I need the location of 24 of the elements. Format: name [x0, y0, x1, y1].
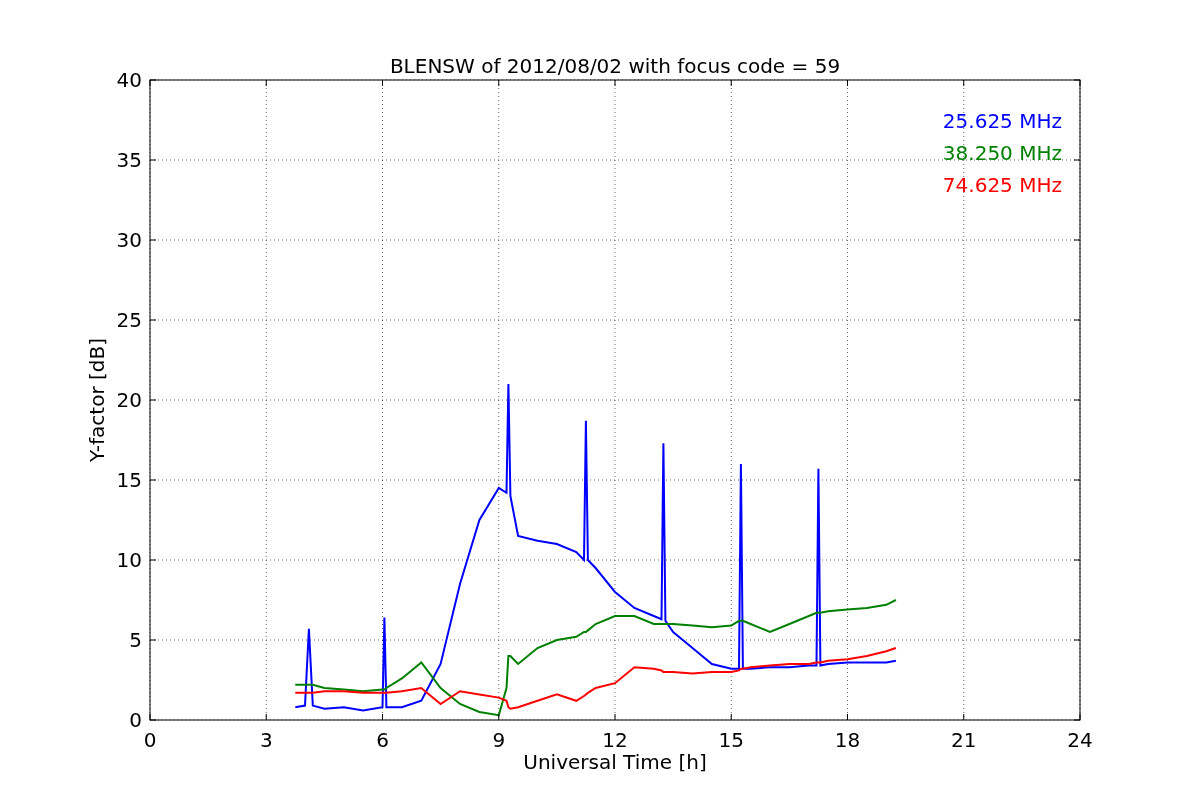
tick-label: 35 [116, 148, 142, 172]
x-axis-label: Universal Time [h] [523, 750, 707, 774]
legend-label: 38.250 MHz [942, 141, 1062, 165]
tick-label: 18 [834, 728, 861, 752]
tick-label: 30 [116, 228, 142, 252]
tick-label: 6 [376, 728, 389, 752]
legend-label: 74.625 MHz [942, 173, 1062, 197]
tick-label: 15 [718, 728, 744, 752]
tick-label: 9 [492, 728, 506, 752]
tick-label: 20 [116, 388, 142, 412]
tick-label: 21 [951, 728, 977, 752]
tick-label: 40 [116, 68, 142, 92]
tick-label: 25 [116, 308, 142, 332]
tick-label: 0 [143, 728, 157, 752]
tick-label: 12 [602, 728, 628, 752]
y-axis-label: Y-factor [dB] [85, 338, 109, 462]
chart-title: BLENSW of 2012/08/02 with focus code = 59 [389, 54, 841, 78]
tick-label: 0 [129, 708, 142, 732]
tick-label: 15 [116, 468, 142, 492]
tick-label: 3 [259, 728, 273, 752]
tick-label: 10 [116, 548, 142, 572]
legend-label: 25.625 MHz [942, 109, 1062, 133]
tick-label: 24 [1067, 728, 1093, 752]
tick-label: 5 [129, 628, 142, 652]
